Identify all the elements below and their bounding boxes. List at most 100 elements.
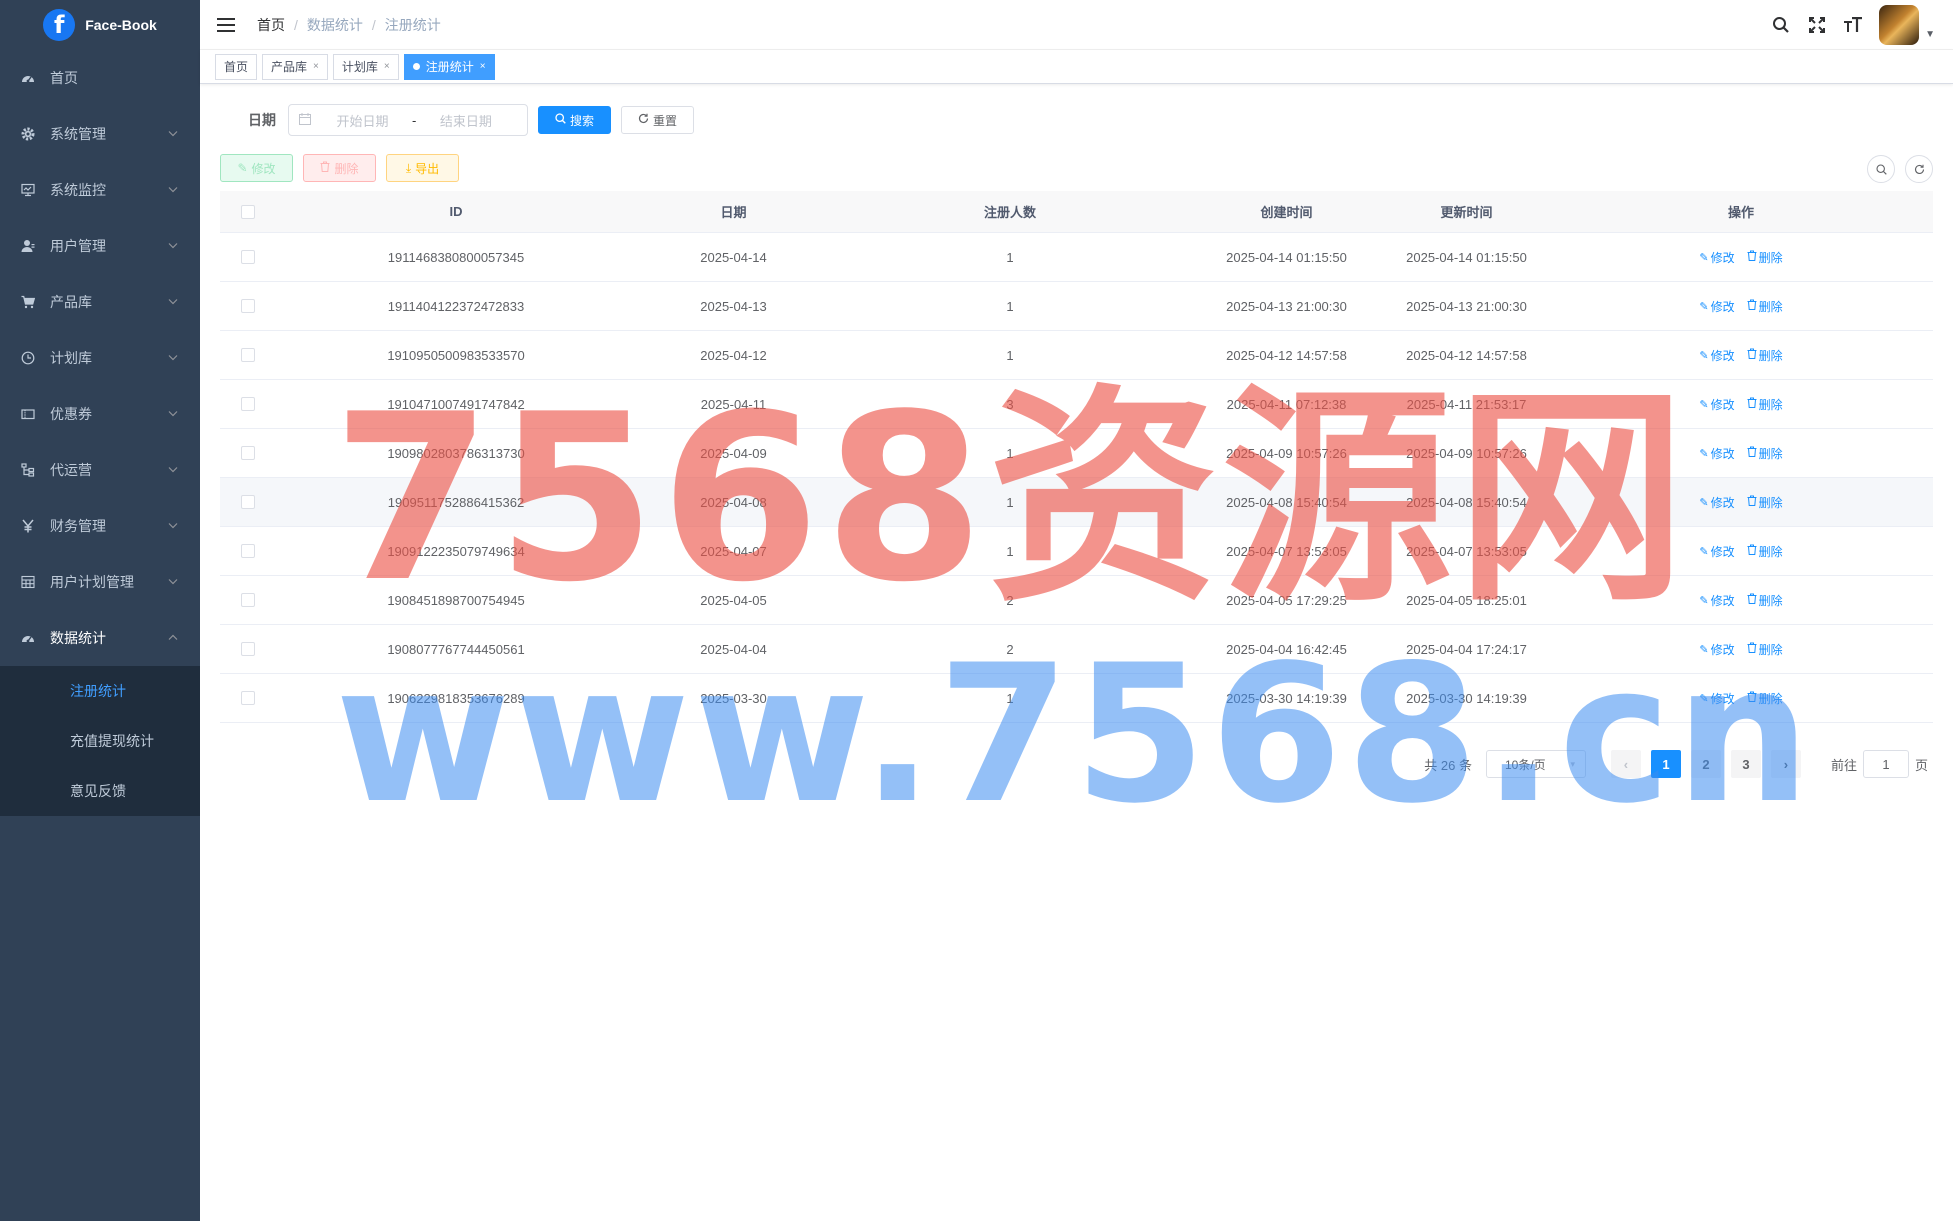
row-delete-button[interactable]: 删除 <box>1747 494 1783 511</box>
breadcrumb-home[interactable]: 首页 <box>257 15 285 35</box>
row-delete-button[interactable]: 删除 <box>1747 298 1783 315</box>
table-row[interactable]: 1910950500983533570 2025-04-12 1 2025-04-12… <box>220 331 1933 380</box>
row-delete-button[interactable]: 删除 <box>1747 249 1783 266</box>
search-icon[interactable] <box>1771 15 1791 35</box>
cell-ops: ✎ 修改 删除 <box>1549 298 1933 315</box>
tag-register-stats[interactable]: 注册统计 × <box>403 53 495 80</box>
row-edit-button[interactable]: ✎ 修改 <box>1699 641 1734 658</box>
sidebar-item-label: 系统管理 <box>50 126 106 142</box>
select-all-checkbox[interactable] <box>220 204 276 219</box>
row-edit-button[interactable]: ✎ 修改 <box>1699 592 1734 609</box>
row-checkbox[interactable] <box>220 593 276 607</box>
row-edit-label: 修改 <box>1710 495 1735 510</box>
avatar[interactable] <box>1879 5 1920 45</box>
prev-page-button[interactable]: ‹ <box>1610 750 1641 778</box>
sidebar-item-monitor[interactable]: 系统监控 <box>0 162 200 218</box>
sidebar-item-finance[interactable]: 财务管理 <box>0 498 200 554</box>
tag-plans[interactable]: 计划库 × <box>332 53 399 80</box>
row-edit-button[interactable]: ✎ 修改 <box>1699 347 1734 364</box>
cell-date: 2025-03-30 <box>700 690 767 706</box>
row-checkbox[interactable] <box>220 397 276 411</box>
table-row[interactable]: 1909511752886415362 2025-04-08 1 2025-04-08… <box>220 478 1933 527</box>
row-edit-button[interactable]: ✎ 修改 <box>1699 543 1734 560</box>
monitor-icon <box>20 182 36 198</box>
next-page-button[interactable]: › <box>1770 750 1801 778</box>
sidebar-item-agency[interactable]: 代运营 <box>0 442 200 498</box>
search-button[interactable]: 搜索 <box>538 106 611 134</box>
edit-icon: ✎ <box>1699 349 1709 362</box>
row-edit-button[interactable]: ✎ 修改 <box>1699 396 1734 413</box>
row-checkbox[interactable] <box>220 299 276 313</box>
start-date-input[interactable]: 开始日期 <box>325 111 400 130</box>
table-row[interactable]: 1908077767744450561 2025-04-04 2 2025-04-04… <box>220 625 1933 674</box>
row-edit-button[interactable]: ✎ 修改 <box>1699 298 1734 315</box>
row-checkbox[interactable] <box>220 348 276 362</box>
sidebar-item-coupons[interactable]: 优惠券 <box>0 386 200 442</box>
row-delete-button[interactable]: 删除 <box>1747 592 1783 609</box>
row-delete-button[interactable]: 删除 <box>1747 543 1783 560</box>
close-icon[interactable]: × <box>480 61 486 72</box>
close-icon[interactable]: × <box>313 61 319 72</box>
hamburger-icon[interactable] <box>217 17 235 32</box>
row-checkbox[interactable] <box>220 250 276 264</box>
sidebar-item-label: 财务管理 <box>50 518 106 534</box>
goto-page-input[interactable]: 1 <box>1862 750 1909 778</box>
close-icon[interactable]: × <box>384 61 390 72</box>
export-button[interactable]: ⤓ 导出 <box>386 154 459 182</box>
sidebar-item-label: 优惠券 <box>50 406 92 422</box>
row-delete-button[interactable]: 删除 <box>1747 641 1783 658</box>
row-delete-button[interactable]: 删除 <box>1747 445 1783 462</box>
sidebar-item-products[interactable]: 产品库 <box>0 274 200 330</box>
row-checkbox[interactable] <box>220 446 276 460</box>
logo[interactable]: f Face-Book <box>0 0 200 50</box>
row-checkbox[interactable] <box>220 642 276 656</box>
delete-button[interactable]: 删除 <box>303 154 376 182</box>
end-date-input[interactable]: 结束日期 <box>428 111 503 130</box>
table-row[interactable]: 1908451898700754945 2025-04-05 2 2025-04-05… <box>220 576 1933 625</box>
row-checkbox[interactable] <box>220 691 276 705</box>
table-row[interactable]: 1909122235079749634 2025-04-07 1 2025-04-07… <box>220 527 1933 576</box>
sidebar-item-data-stats[interactable]: 数据统计 <box>0 610 200 666</box>
toggle-search-icon[interactable] <box>1867 155 1895 183</box>
page-button[interactable]: 2 <box>1690 750 1721 778</box>
row-edit-button[interactable]: ✎ 修改 <box>1699 249 1734 266</box>
date-range-picker[interactable]: 开始日期 - 结束日期 <box>288 104 528 136</box>
sidebar-item-plans[interactable]: 计划库 <box>0 330 200 386</box>
table-row[interactable]: 1910471007491747842 2025-04-11 3 2025-04-11… <box>220 380 1933 429</box>
page-button[interactable]: 1 <box>1650 750 1681 778</box>
cell-date: 2025-04-14 <box>700 249 767 265</box>
submenu-item-feedback[interactable]: 意见反馈 <box>0 766 200 816</box>
row-edit-button[interactable]: ✎ 修改 <box>1699 445 1734 462</box>
row-edit-button[interactable]: ✎ 修改 <box>1699 690 1734 707</box>
submenu-item-register-stats[interactable]: 注册统计 <box>0 666 200 716</box>
row-edit-button[interactable]: ✎ 修改 <box>1699 494 1734 511</box>
row-checkbox[interactable] <box>220 495 276 509</box>
sidebar-item-users[interactable]: 用户管理 <box>0 218 200 274</box>
submenu-item-recharge-withdraw-stats[interactable]: 充值提现统计 <box>0 716 200 766</box>
sidebar-item-home[interactable]: 首页 <box>0 50 200 106</box>
row-delete-button[interactable]: 删除 <box>1747 690 1783 707</box>
page-button[interactable]: 3 <box>1730 750 1761 778</box>
page-size-select[interactable]: 10条/页 ▾ <box>1485 750 1586 778</box>
page-jumper: 前往 1 页 <box>1831 750 1928 778</box>
sidebar-item-user-plans[interactable]: 用户计划管理 <box>0 554 200 610</box>
breadcrumb-current: 注册统计 <box>384 16 441 33</box>
cart-icon <box>20 294 36 310</box>
table-row[interactable]: 1909802803786313730 2025-04-09 1 2025-04-09… <box>220 429 1933 478</box>
sidebar-item-system[interactable]: 系统管理 <box>0 106 200 162</box>
edit-button[interactable]: ✎ 修改 <box>220 154 293 182</box>
tag-home[interactable]: 首页 <box>215 53 258 80</box>
chevron-up-icon <box>168 633 178 644</box>
table-row[interactable]: 1911468380800057345 2025-04-14 1 2025-04-14… <box>220 233 1933 282</box>
refresh-icon[interactable] <box>1905 155 1933 183</box>
row-checkbox[interactable] <box>220 544 276 558</box>
row-delete-button[interactable]: 删除 <box>1747 396 1783 413</box>
tag-products[interactable]: 产品库 × <box>262 53 328 80</box>
reset-button[interactable]: 重置 <box>621 106 694 134</box>
fullscreen-icon[interactable] <box>1807 15 1827 35</box>
caret-down-icon[interactable]: ▼ <box>1925 29 1935 40</box>
row-delete-button[interactable]: 删除 <box>1747 347 1783 364</box>
table-row[interactable]: 1911404122372472833 2025-04-13 1 2025-04-13… <box>220 282 1933 331</box>
table-row[interactable]: 1906229818353676289 2025-03-30 1 2025-03-30… <box>220 674 1933 723</box>
font-size-icon[interactable] <box>1843 15 1863 35</box>
